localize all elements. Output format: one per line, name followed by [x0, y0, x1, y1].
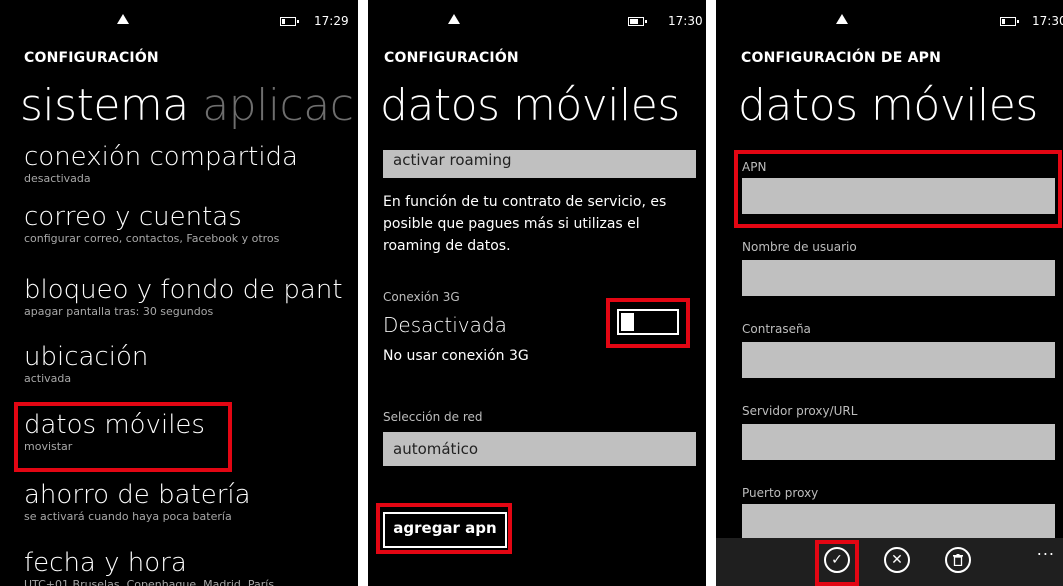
settings-item-mobile-data[interactable]: datos móviles movistar: [24, 410, 205, 454]
page-title: datos móviles: [380, 80, 680, 131]
delete-icon: [953, 554, 963, 566]
delete-button[interactable]: [945, 547, 971, 573]
conn3g-label: Conexión 3G: [383, 290, 460, 304]
conn3g-state: Desactivada: [383, 313, 507, 337]
signal-icon: [448, 14, 460, 24]
pivot-tab-aplicaciones[interactable]: aplicac: [202, 80, 354, 131]
cancel-icon: ✕: [891, 552, 903, 568]
status-bar: 17:30: [716, 0, 1063, 34]
password-label: Contraseña: [742, 322, 811, 336]
item-subtitle: UTC+01 Bruselas, Copenhague, Madrid, Par…: [24, 578, 275, 586]
proxy-port-input[interactable]: [742, 504, 1055, 540]
settings-item-battery-saver[interactable]: ahorro de batería se activará cuando hay…: [24, 480, 251, 524]
toggle-knob: [621, 313, 634, 331]
signal-icon: [117, 14, 129, 24]
roaming-select[interactable]: activar roaming: [383, 150, 696, 178]
settings-item-location[interactable]: ubicación activada: [24, 342, 148, 386]
item-subtitle: movistar: [24, 440, 73, 453]
roaming-info-text: En función de tu contrato de servicio, e…: [383, 194, 667, 254]
app-title: CONFIGURACIÓN: [384, 50, 519, 66]
item-title: datos móviles: [24, 410, 205, 440]
proxy-port-label: Puerto proxy: [742, 486, 819, 500]
item-title: ubicación: [24, 342, 149, 372]
page-title: datos móviles: [738, 80, 1038, 131]
add-apn-button[interactable]: agregar apn: [383, 512, 507, 548]
item-subtitle: desactivada: [24, 172, 91, 185]
password-input[interactable]: [742, 342, 1055, 378]
save-button[interactable]: ✓: [824, 547, 850, 573]
settings-item-email-accounts[interactable]: correo y cuentas configurar correo, cont…: [24, 202, 279, 246]
settings-item-connection-sharing[interactable]: conexión compartida desactivada: [24, 142, 298, 186]
clock: 17:29: [314, 14, 349, 28]
username-input[interactable]: [742, 260, 1055, 296]
app-bar: ✓ ✕ ...: [716, 538, 1063, 586]
item-title: fecha y hora: [24, 548, 187, 578]
apn-input[interactable]: [742, 178, 1055, 214]
check-icon: ✓: [831, 552, 843, 568]
cancel-button[interactable]: ✕: [884, 547, 910, 573]
settings-item-date-time[interactable]: fecha y hora UTC+01 Bruselas, Copenhague…: [24, 548, 274, 586]
conn3g-description: No usar conexión 3G: [383, 348, 529, 364]
item-subtitle: configurar correo, contactos, Facebook y…: [24, 232, 280, 245]
app-title: CONFIGURACIÓN: [24, 50, 159, 66]
pivot-tab-sistema[interactable]: sistema: [20, 80, 189, 131]
network-selection-dropdown[interactable]: automático: [383, 432, 696, 466]
signal-icon: [836, 14, 848, 24]
conn3g-toggle[interactable]: [617, 309, 679, 335]
battery-icon: [1000, 17, 1019, 26]
item-title: conexión compartida: [24, 142, 298, 172]
apn-settings-screen: 17:30 CONFIGURACIÓN DE APN datos móviles…: [716, 0, 1063, 586]
item-title: bloqueo y fondo de pant: [24, 275, 343, 305]
app-title: CONFIGURACIÓN DE APN: [741, 50, 941, 66]
pivot-header: sistema aplicac: [20, 80, 354, 131]
battery-charging-icon: [628, 17, 647, 26]
item-subtitle: activada: [24, 372, 72, 385]
clock: 17:30: [668, 14, 703, 28]
settings-system-screen: 17:29 CONFIGURACIÓN sistema aplicac cone…: [0, 0, 358, 586]
clock: 17:30: [1032, 14, 1063, 28]
proxy-server-label: Servidor proxy/URL: [742, 404, 858, 418]
item-subtitle: apagar pantalla tras: 30 segundos: [24, 305, 214, 318]
network-selection-label: Selección de red: [383, 410, 483, 424]
battery-icon: [280, 17, 299, 26]
username-label: Nombre de usuario: [742, 240, 857, 254]
item-title: ahorro de batería: [24, 480, 251, 510]
status-bar: 17:30: [368, 0, 706, 34]
item-title: correo y cuentas: [24, 202, 242, 232]
apn-label: APN: [742, 160, 767, 174]
status-bar: 17:29: [0, 0, 358, 34]
item-subtitle: se activará cuando haya poca batería: [24, 510, 232, 523]
settings-item-lock-screen[interactable]: bloqueo y fondo de pant apagar pantalla …: [24, 275, 343, 319]
more-options-button[interactable]: ...: [1037, 540, 1055, 559]
proxy-server-input[interactable]: [742, 424, 1055, 460]
mobile-data-screen: 17:30 CONFIGURACIÓN datos móviles activa…: [368, 0, 706, 586]
